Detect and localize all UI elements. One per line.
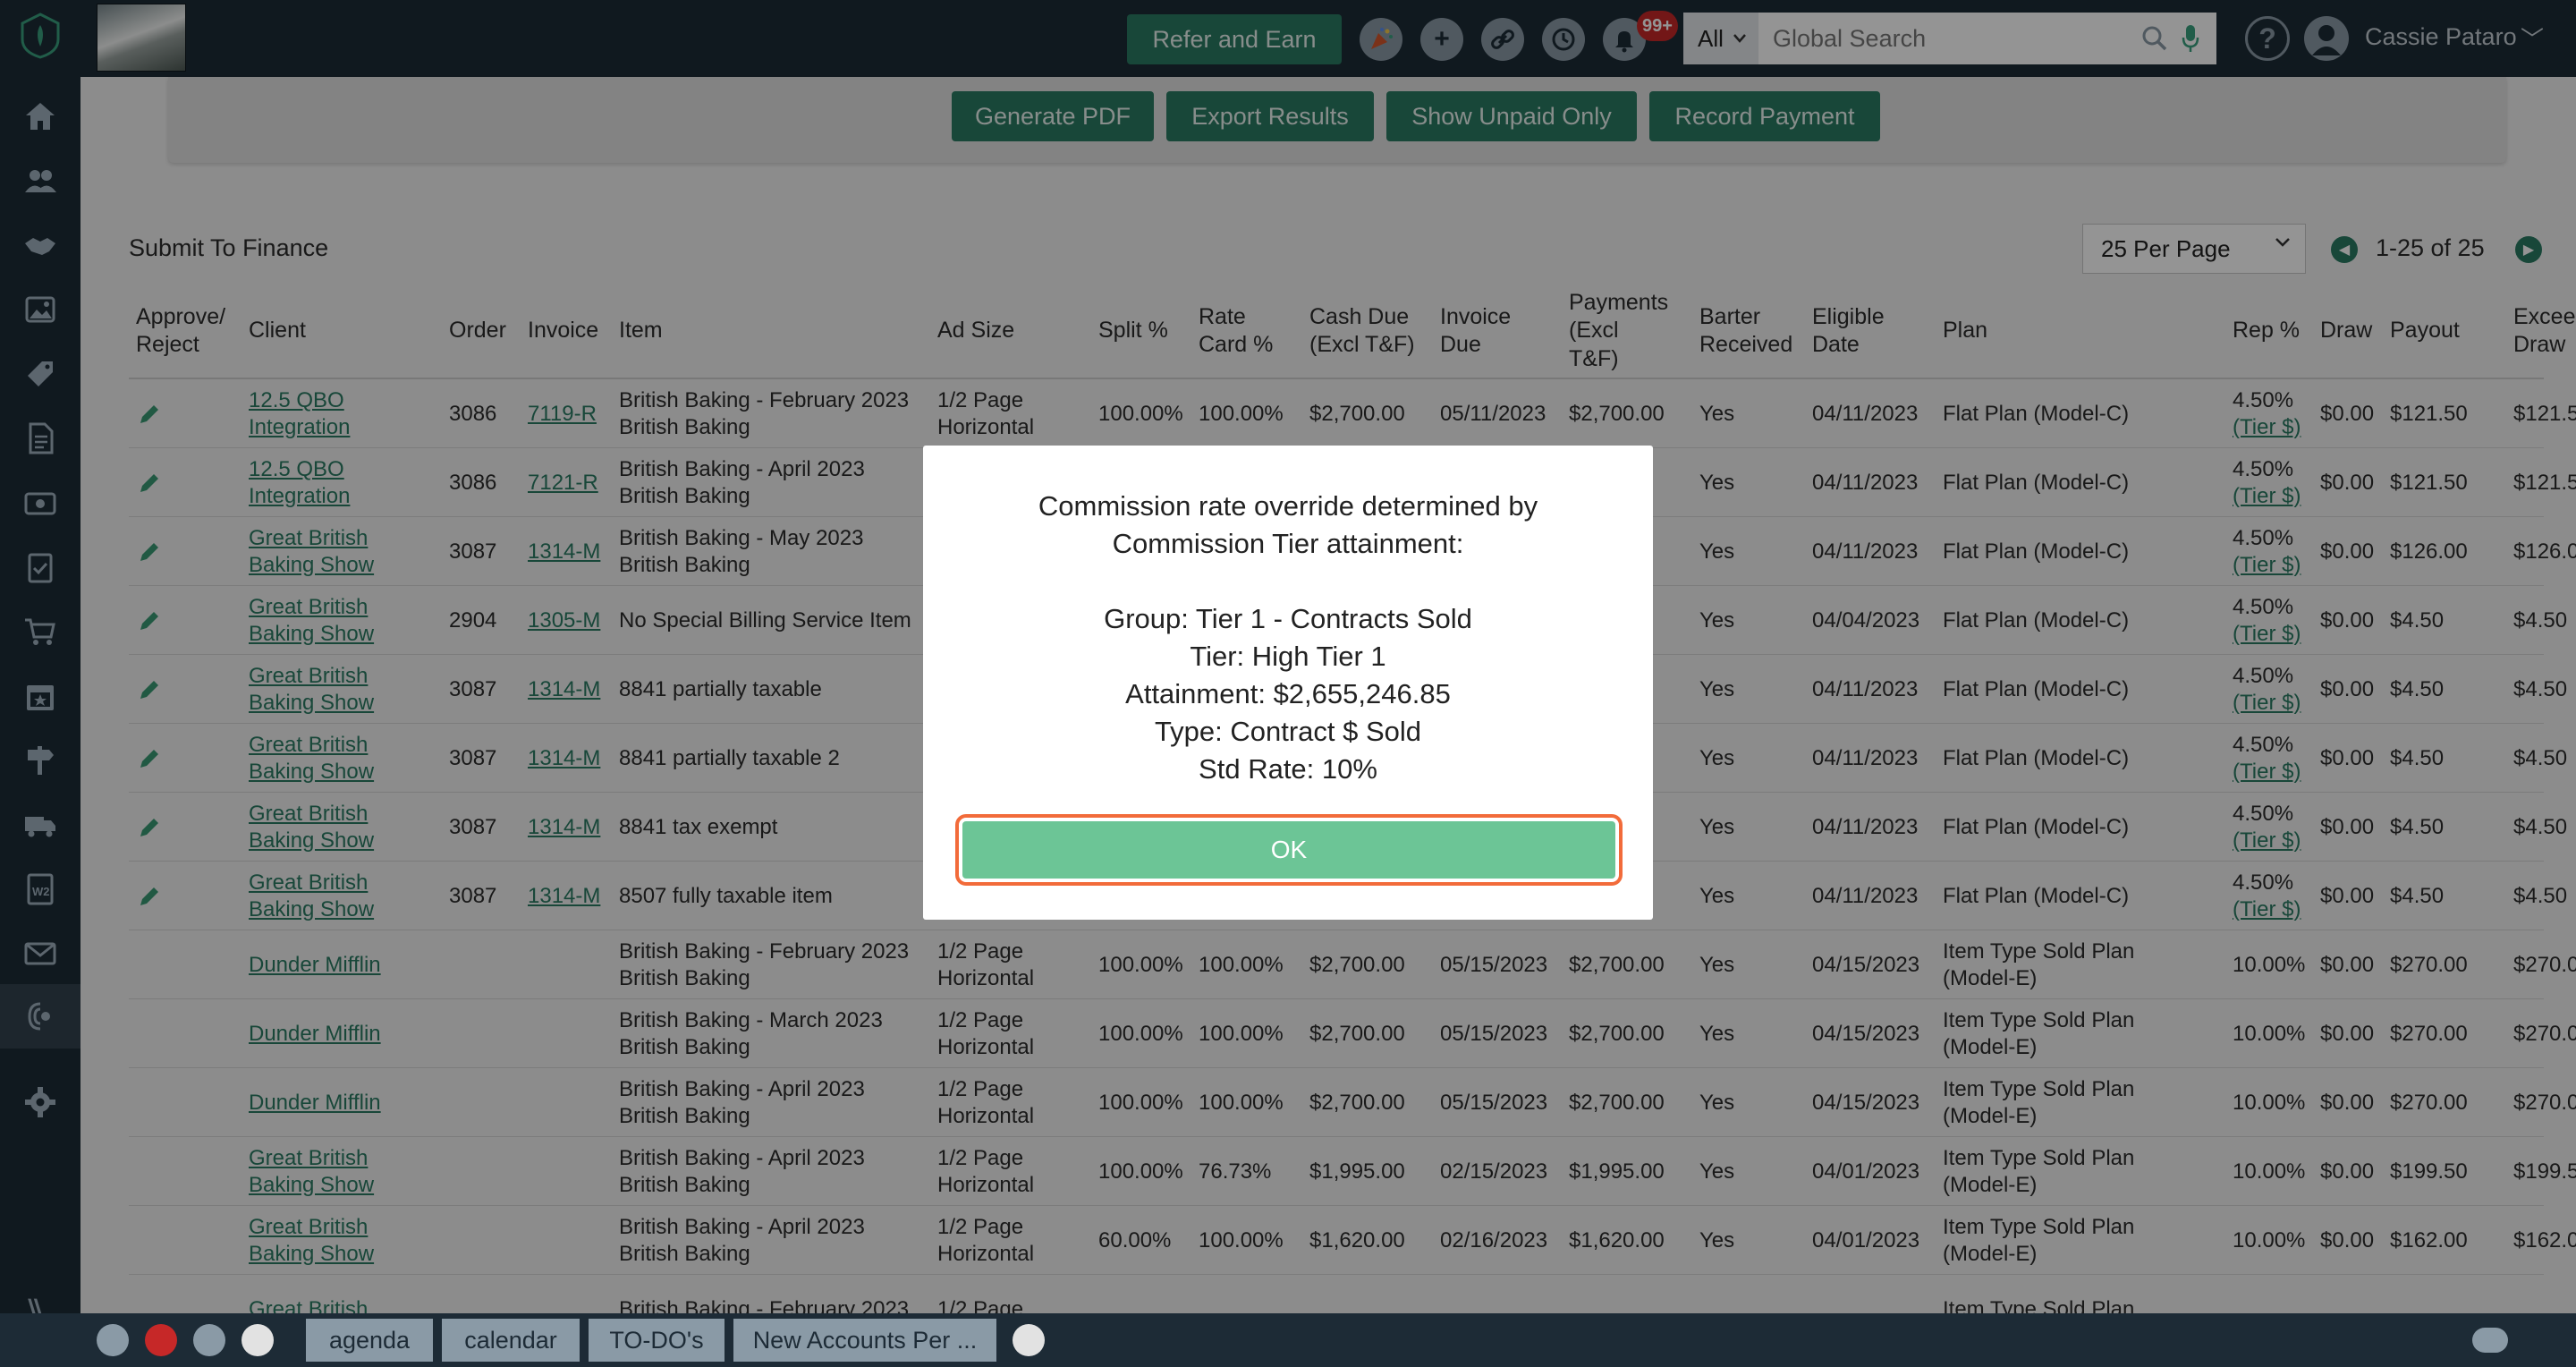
commission-tier-dialog: Commission rate override determined by C… [923, 446, 1653, 920]
ok-button[interactable]: OK [955, 814, 1623, 886]
dialog-std-rate: Std Rate: 10% [1199, 753, 1377, 785]
clock-icon[interactable] [97, 1324, 129, 1356]
taskbar-toggle[interactable] [2472, 1328, 2508, 1353]
dialog-attainment: Attainment: $2,655,246.85 [1125, 678, 1451, 709]
dialog-message-line-1: Commission rate override determined by [1038, 490, 1538, 522]
dialog-message-line-2: Commission Tier attainment: [1112, 528, 1464, 559]
party-popper-icon[interactable] [242, 1324, 274, 1356]
dialog-type: Type: Contract $ Sold [1154, 716, 1422, 747]
edit-pencil-icon[interactable] [1013, 1324, 1045, 1356]
mail-alert-icon[interactable] [145, 1324, 177, 1356]
taskbar-tab-agenda[interactable]: agenda [306, 1319, 433, 1362]
bottom-taskbar: agenda calendar TO-DO's New Accounts Per… [0, 1313, 2576, 1367]
chat-icon[interactable] [193, 1324, 225, 1356]
dialog-group: Group: Tier 1 - Contracts Sold [1104, 603, 1472, 634]
taskbar-tab-calendar[interactable]: calendar [442, 1319, 580, 1362]
taskbar-tab-todos[interactable]: TO-DO's [589, 1319, 724, 1362]
taskbar-tab-new-accounts[interactable]: New Accounts Per ... [733, 1319, 996, 1362]
dialog-tier: Tier: High Tier 1 [1190, 641, 1386, 672]
